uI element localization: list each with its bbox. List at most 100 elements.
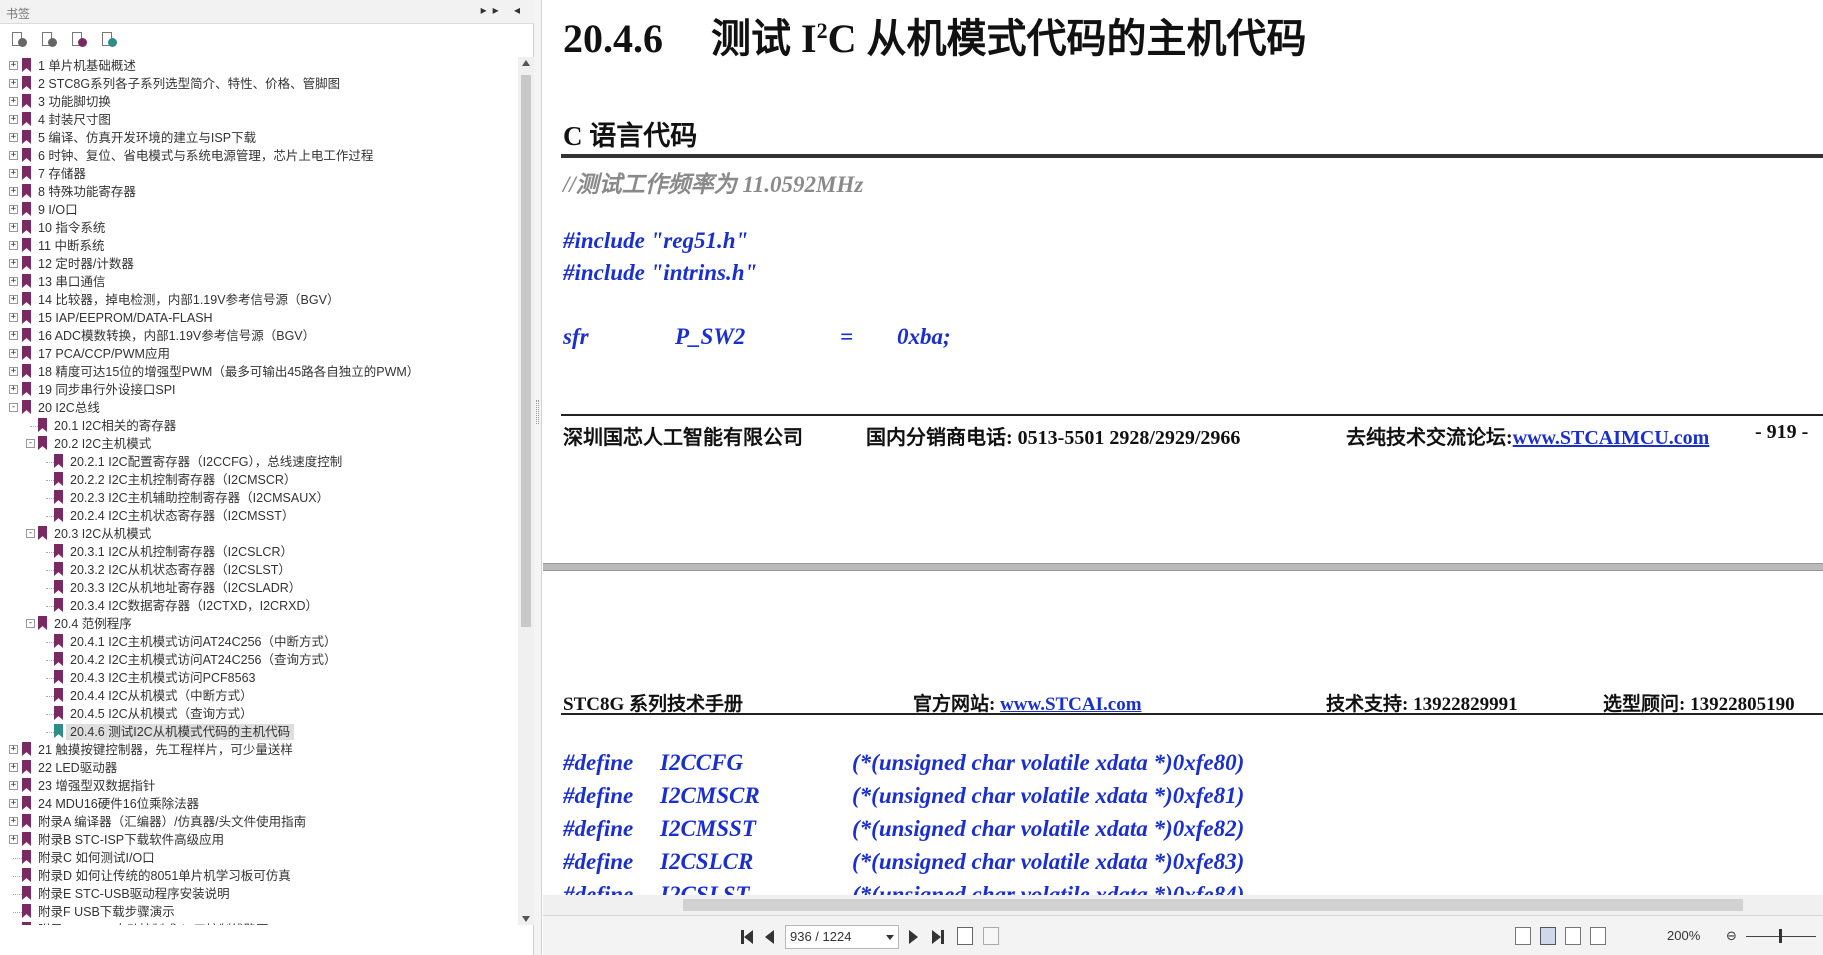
bookmark-item[interactable]: +14 比较器，掉电检测，内部1.19V参考信号源（BGV） (0, 291, 518, 309)
bookmark-item[interactable]: +13 串口通信 (0, 273, 518, 291)
bookmark-item[interactable]: +5 编译、仿真开发环境的建立与ISP下载 (0, 129, 518, 147)
facing-pages-icon[interactable] (1565, 927, 1581, 945)
bookmark-item[interactable]: 附录G RS485自动控制或I/O口控制线路图 (0, 921, 518, 925)
bookmark-item[interactable]: +22 LED驱动器 (0, 759, 518, 777)
expand-icon[interactable]: + (9, 187, 18, 196)
scrollbar-thumb[interactable] (683, 899, 1743, 911)
bookmark-item[interactable]: 20.4.3 I2C主机模式访问PCF8563 (0, 669, 518, 687)
bookmark-item[interactable]: 20.4.1 I2C主机模式访问AT24C256（中断方式） (0, 633, 518, 651)
bookmark-item[interactable]: +19 同步串行外设接口SPI (0, 381, 518, 399)
expand-icon[interactable]: + (9, 205, 18, 214)
bookmark-item[interactable]: 20.4.2 I2C主机模式访问AT24C256（查询方式） (0, 651, 518, 669)
single-page-icon[interactable] (1515, 927, 1531, 945)
panel-splitter[interactable] (534, 0, 542, 955)
bookmark-item[interactable]: 附录F USB下载步骤演示 (0, 903, 518, 921)
bookmark-item[interactable]: - 20 I2C总线 (0, 399, 518, 417)
bookmark-item[interactable]: 附录E STC-USB驱动程序安装说明 (0, 885, 518, 903)
view-mode-icon[interactable] (983, 927, 999, 945)
bookmark-item[interactable]: +23 增强型双数据指针 (0, 777, 518, 795)
bookmark-item[interactable]: + 附录B STC-ISP下载软件高级应用 (0, 831, 518, 849)
bookmark-item[interactable]: +12 定时器/计数器 (0, 255, 518, 273)
bookmark-item[interactable]: +7 存储器 (0, 165, 518, 183)
bookmark-item[interactable]: 附录C 如何测试I/O口 (0, 849, 518, 867)
expand-icon[interactable]: + (9, 781, 18, 790)
expand-icon[interactable]: + (9, 799, 18, 808)
bookmark-item[interactable]: +24 MDU16硬件16位乘除法器 (0, 795, 518, 813)
expand-icon[interactable]: + (9, 763, 18, 772)
expand-icon[interactable]: + (9, 367, 18, 376)
bookmark-item[interactable]: 20.1 I2C相关的寄存器 (0, 417, 518, 435)
document-horizontal-scrollbar[interactable] (543, 895, 1823, 915)
new-bookmark-icon[interactable] (70, 32, 88, 50)
bookmark-item[interactable]: 附录D 如何让传统的8051单片机学习板可仿真 (0, 867, 518, 885)
bookmarks-scrollbar[interactable] (518, 57, 534, 925)
bookmark-item[interactable]: 20.4.5 I2C从机模式（查询方式） (0, 705, 518, 723)
expand-bookmark-icon[interactable] (40, 32, 58, 50)
bookmark-item[interactable]: +2 STC8G系列各子系列选型简介、特性、价格、管脚图 (0, 75, 518, 93)
bookmark-item[interactable]: +4 封装尺寸图 (0, 111, 518, 129)
expand-icon[interactable]: + (9, 115, 18, 124)
expand-icon[interactable]: + (9, 61, 18, 70)
expand-icon[interactable]: + (9, 241, 18, 250)
bookmark-item[interactable]: 20.3.3 I2C从机地址寄存器（I2CSLADR） (0, 579, 518, 597)
expand-icon[interactable]: + (9, 223, 18, 232)
expand-icon[interactable]: + (9, 295, 18, 304)
bookmark-item[interactable]: 20.3.4 I2C数据寄存器（I2CTXD，I2CRXD） (0, 597, 518, 615)
expand-icon[interactable]: + (9, 169, 18, 178)
bookmark-item[interactable]: 20.3.2 I2C从机状态寄存器（I2CSLST） (0, 561, 518, 579)
zoom-level[interactable]: 200% (1667, 928, 1700, 943)
collapse-icon[interactable]: - (26, 529, 35, 538)
bookmark-item[interactable]: +18 精度可达15位的增强型PWM（最多可输出45路各自独立的PWM） (0, 363, 518, 381)
expand-icon[interactable]: + (9, 313, 18, 322)
bookmark-item[interactable]: +3 功能脚切换 (0, 93, 518, 111)
expand-icon[interactable]: + (9, 349, 18, 358)
zoom-slider-handle[interactable] (1779, 929, 1782, 943)
expand-icon[interactable]: + (9, 817, 18, 826)
bookmark-item[interactable]: +15 IAP/EEPROM/DATA-FLASH (0, 309, 518, 327)
previous-page-icon[interactable] (765, 930, 774, 944)
bookmark-item[interactable]: +17 PCA/CCP/PWM应用 (0, 345, 518, 363)
expand-icon[interactable]: + (9, 331, 18, 340)
bookmark-item[interactable]: 20.2.1 I2C配置寄存器（I2CCFG），总线速度控制 (0, 453, 518, 471)
bookmark-item[interactable]: +21 触摸按键控制器，先工程样片，可少量送样 (0, 741, 518, 759)
bookmark-item[interactable]: +11 中断系统 (0, 237, 518, 255)
bookmark-item[interactable]: +16 ADC模数转换，内部1.19V参考信号源（BGV） (0, 327, 518, 345)
bookmark-item[interactable]: +10 指令系统 (0, 219, 518, 237)
expand-icon[interactable]: + (9, 835, 18, 844)
bookmark-item[interactable]: 20.2.2 I2C主机控制寄存器（I2CMSCR） (0, 471, 518, 489)
next-page-icon[interactable] (909, 930, 918, 944)
scroll-up-icon[interactable] (522, 60, 530, 66)
continuous-facing-icon[interactable] (1590, 927, 1606, 945)
expand-icon[interactable]: + (9, 385, 18, 394)
rotate-page-icon[interactable] (957, 927, 973, 945)
bookmark-item[interactable]: + 附录A 编译器（汇编器）/仿真器/头文件使用指南 (0, 813, 518, 831)
scroll-down-icon[interactable] (522, 916, 530, 922)
bookmark-item[interactable]: +8 特殊功能寄存器 (0, 183, 518, 201)
bookmark-item[interactable]: 20.4.4 I2C从机模式（中断方式） (0, 687, 518, 705)
bookmark-item[interactable]: - 20.4 范例程序 (0, 615, 518, 633)
website-link[interactable]: www.STCAI.com (1000, 694, 1141, 715)
page-number-field[interactable]: 936 / 1224 (785, 925, 899, 949)
document-view[interactable]: 20.4.6 测试 I2C 从机模式代码的主机代码 C 语言代码 //测试工作频率… (543, 0, 1823, 915)
bookmark-item[interactable]: 20.3.1 I2C从机控制寄存器（I2CSLCR） (0, 543, 518, 561)
bookmark-item[interactable]: - 20.2 I2C主机模式 (0, 435, 518, 453)
bookmark-options-icon[interactable] (10, 32, 28, 50)
scrollbar-thumb[interactable] (521, 75, 531, 627)
panel-collapse-controls[interactable]: ▸▸ ◂ (481, 3, 526, 17)
forum-link[interactable]: www.STCAIMCU.com (1513, 427, 1710, 449)
bookmark-item[interactable]: - 20.3 I2C从机模式 (0, 525, 518, 543)
bookmark-item[interactable]: +6 时钟、复位、省电模式与系统电源管理，芯片上电工作过程 (0, 147, 518, 165)
expand-icon[interactable]: + (9, 277, 18, 286)
continuous-page-icon[interactable] (1540, 927, 1556, 945)
bookmark-item[interactable]: 20.2.3 I2C主机辅助控制寄存器（I2CMSAUX） (0, 489, 518, 507)
collapse-icon[interactable]: - (26, 439, 35, 448)
collapse-icon[interactable]: - (9, 403, 18, 412)
expand-icon[interactable]: + (9, 97, 18, 106)
bookmark-properties-icon[interactable] (100, 32, 118, 50)
zoom-out-icon[interactable]: ⊖ (1726, 928, 1737, 944)
expand-icon[interactable]: + (9, 745, 18, 754)
bookmark-item[interactable]: +1 单片机基础概述 (0, 57, 518, 75)
last-page-icon[interactable] (932, 930, 944, 944)
bookmark-item[interactable]: 20.4.6 测试I2C从机模式代码的主机代码 (0, 723, 518, 741)
first-page-icon[interactable] (741, 930, 753, 944)
